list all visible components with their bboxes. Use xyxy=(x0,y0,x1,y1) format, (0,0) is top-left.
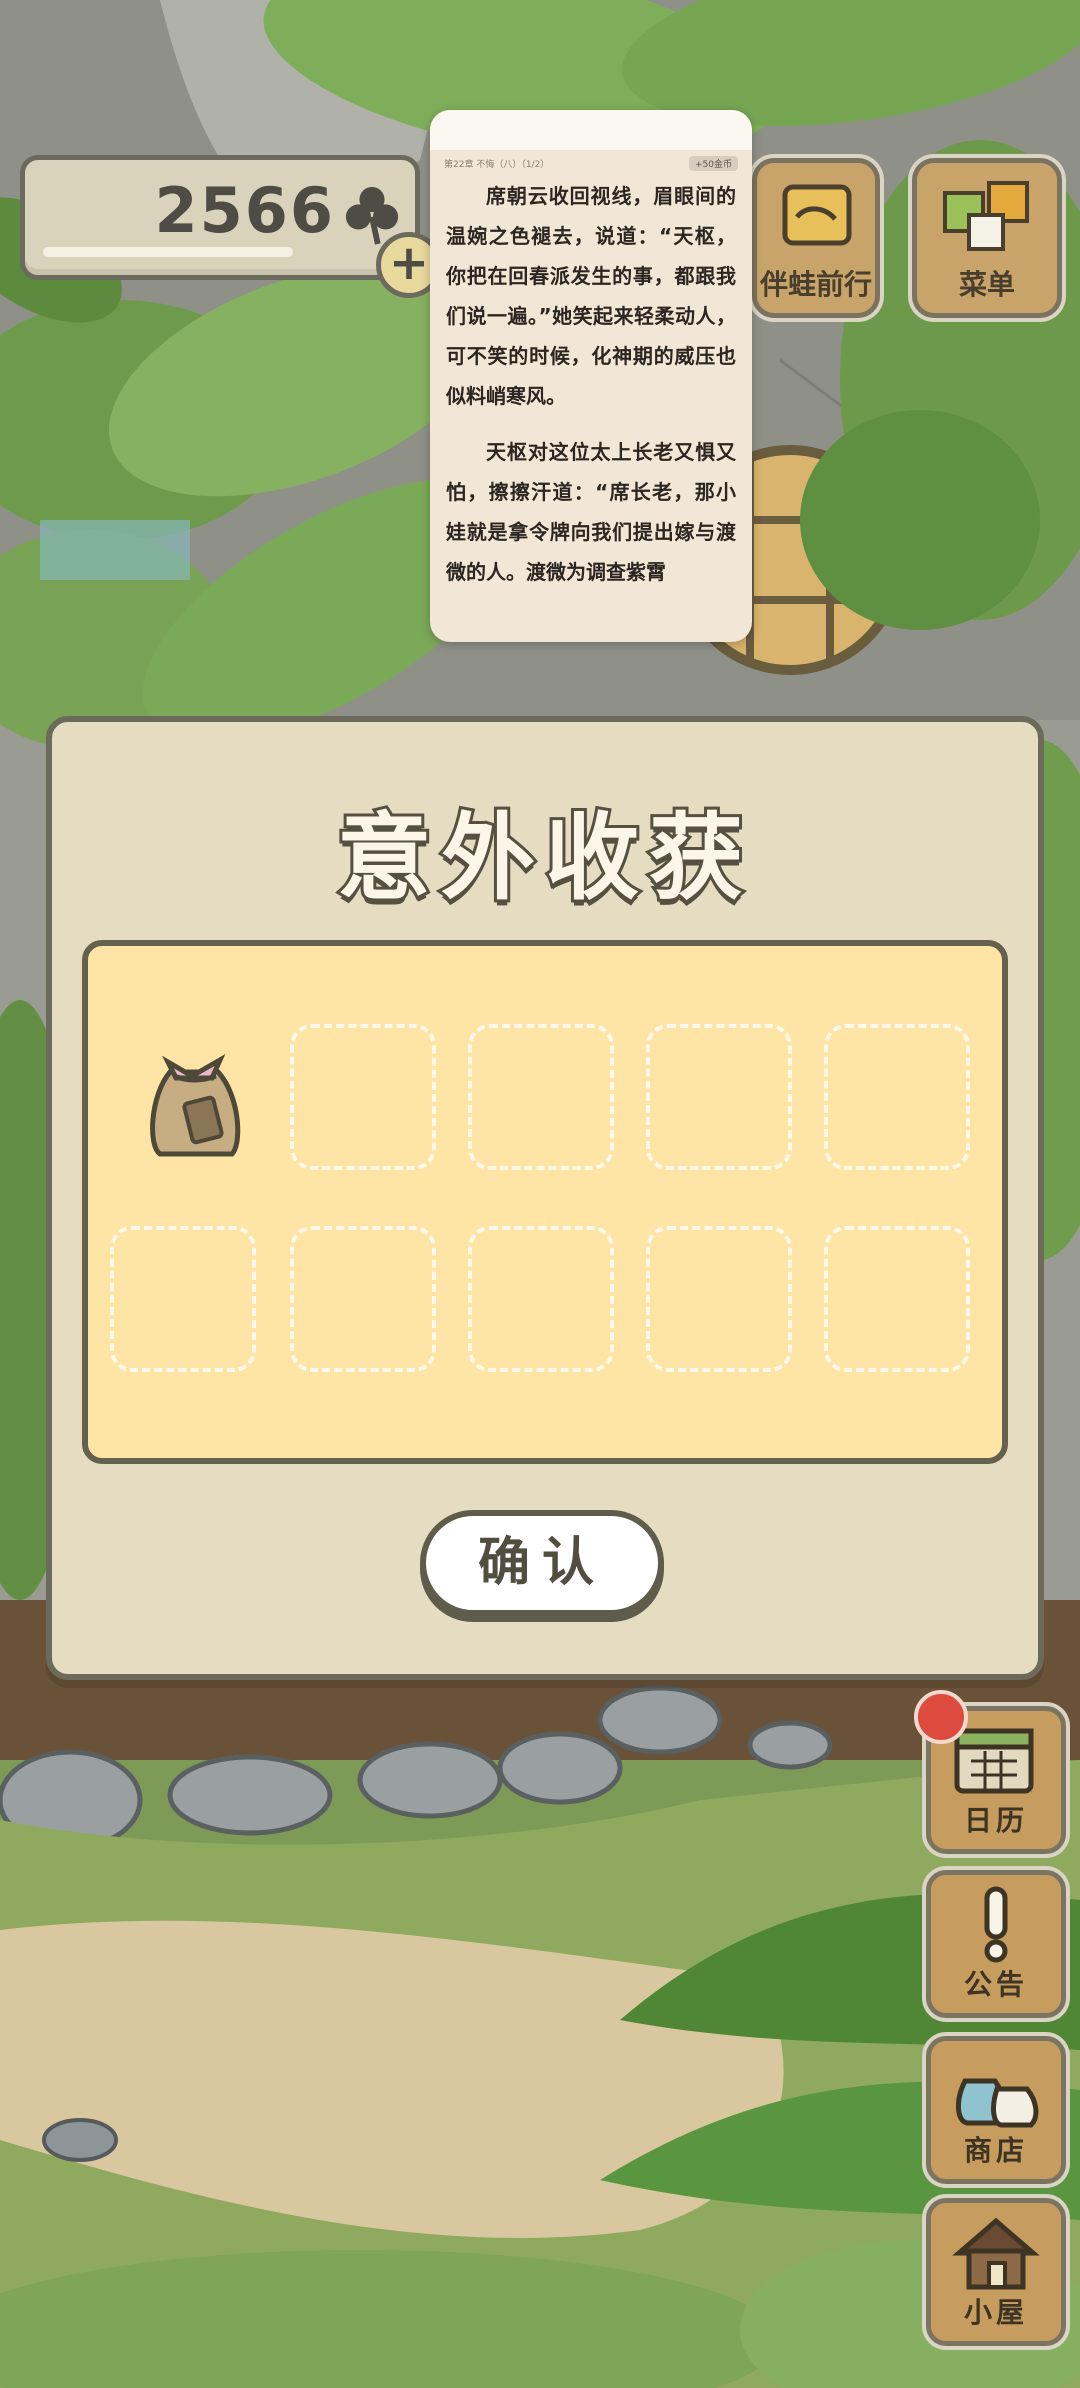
reader-header: 第22章 不悔（八）（1/2） +50金币 xyxy=(430,150,752,176)
menu-button[interactable]: 菜单 xyxy=(912,158,1062,318)
reward-slot[interactable] xyxy=(110,1226,256,1372)
companion-button[interactable]: 伴蛙前行 xyxy=(752,158,880,318)
calendar-icon xyxy=(954,1728,1034,1794)
reward-slot[interactable] xyxy=(290,1226,436,1372)
reward-slot[interactable] xyxy=(468,1024,614,1170)
reward-slot[interactable] xyxy=(824,1226,970,1372)
reader-body: 席朝云收回视线，眉眼间的温婉之色褪去，说道：“天枢，你把在回春派发生的事，都跟我… xyxy=(430,176,752,592)
calendar-label: 日历 xyxy=(963,1804,1028,1837)
companion-label: 伴蛙前行 xyxy=(759,268,872,301)
house-button[interactable]: 小屋 xyxy=(926,2198,1066,2346)
menu-icon xyxy=(943,181,1029,251)
reward-slot[interactable] xyxy=(290,1024,436,1170)
reward-slot[interactable] xyxy=(468,1226,614,1372)
shop-button[interactable]: 商店 xyxy=(926,2036,1066,2184)
house-icon xyxy=(952,2217,1040,2290)
clover-counter: 2566 xyxy=(20,155,420,280)
reader-chapter: 第22章 不悔（八）（1/2） xyxy=(444,159,550,170)
notification-dot xyxy=(914,1690,968,1744)
menu-label: 菜单 xyxy=(958,268,1015,301)
exclamation-icon xyxy=(984,1886,1008,1963)
clover-progress-bar xyxy=(43,247,293,257)
reward-slot[interactable] xyxy=(646,1024,792,1170)
reward-slot[interactable] xyxy=(824,1024,970,1170)
plus-icon: + xyxy=(388,235,430,291)
notice-label: 公告 xyxy=(963,1968,1028,2001)
reward-grid xyxy=(82,940,1008,1464)
reader-paragraph: 席朝云收回视线，眉眼间的温婉之色褪去，说道：“天枢，你把在回春派发生的事，都跟我… xyxy=(446,176,736,416)
confirm-button[interactable]: 确认 xyxy=(420,1510,664,1616)
reader-top-band xyxy=(430,110,752,150)
notice-button[interactable]: 公告 xyxy=(926,1870,1066,2018)
house-label: 小屋 xyxy=(963,2296,1028,2329)
reader-coin-chip[interactable]: +50金币 xyxy=(689,155,738,171)
dialog-title: 意外收获 xyxy=(334,801,753,916)
reader-popup[interactable]: 第22章 不悔（八）（1/2） +50金币 席朝云收回视线，眉眼间的温婉之色褪去… xyxy=(430,110,752,642)
bag-icon xyxy=(150,1054,241,1157)
shop-label: 商店 xyxy=(963,2134,1028,2167)
map-icon xyxy=(782,184,852,246)
shop-bags-icon xyxy=(956,2078,1039,2128)
reader-paragraph: 天枢对这位太上长老又惧又怕，擦擦汗道：“席长老，那小娃就是拿令牌向我们提出嫁与渡… xyxy=(446,440,736,584)
reward-slot[interactable] xyxy=(110,1024,256,1170)
reward-slot[interactable] xyxy=(646,1226,792,1372)
clover-count: 2566 xyxy=(154,174,335,247)
reward-dialog: 意外收获 确认 xyxy=(46,716,1044,1680)
